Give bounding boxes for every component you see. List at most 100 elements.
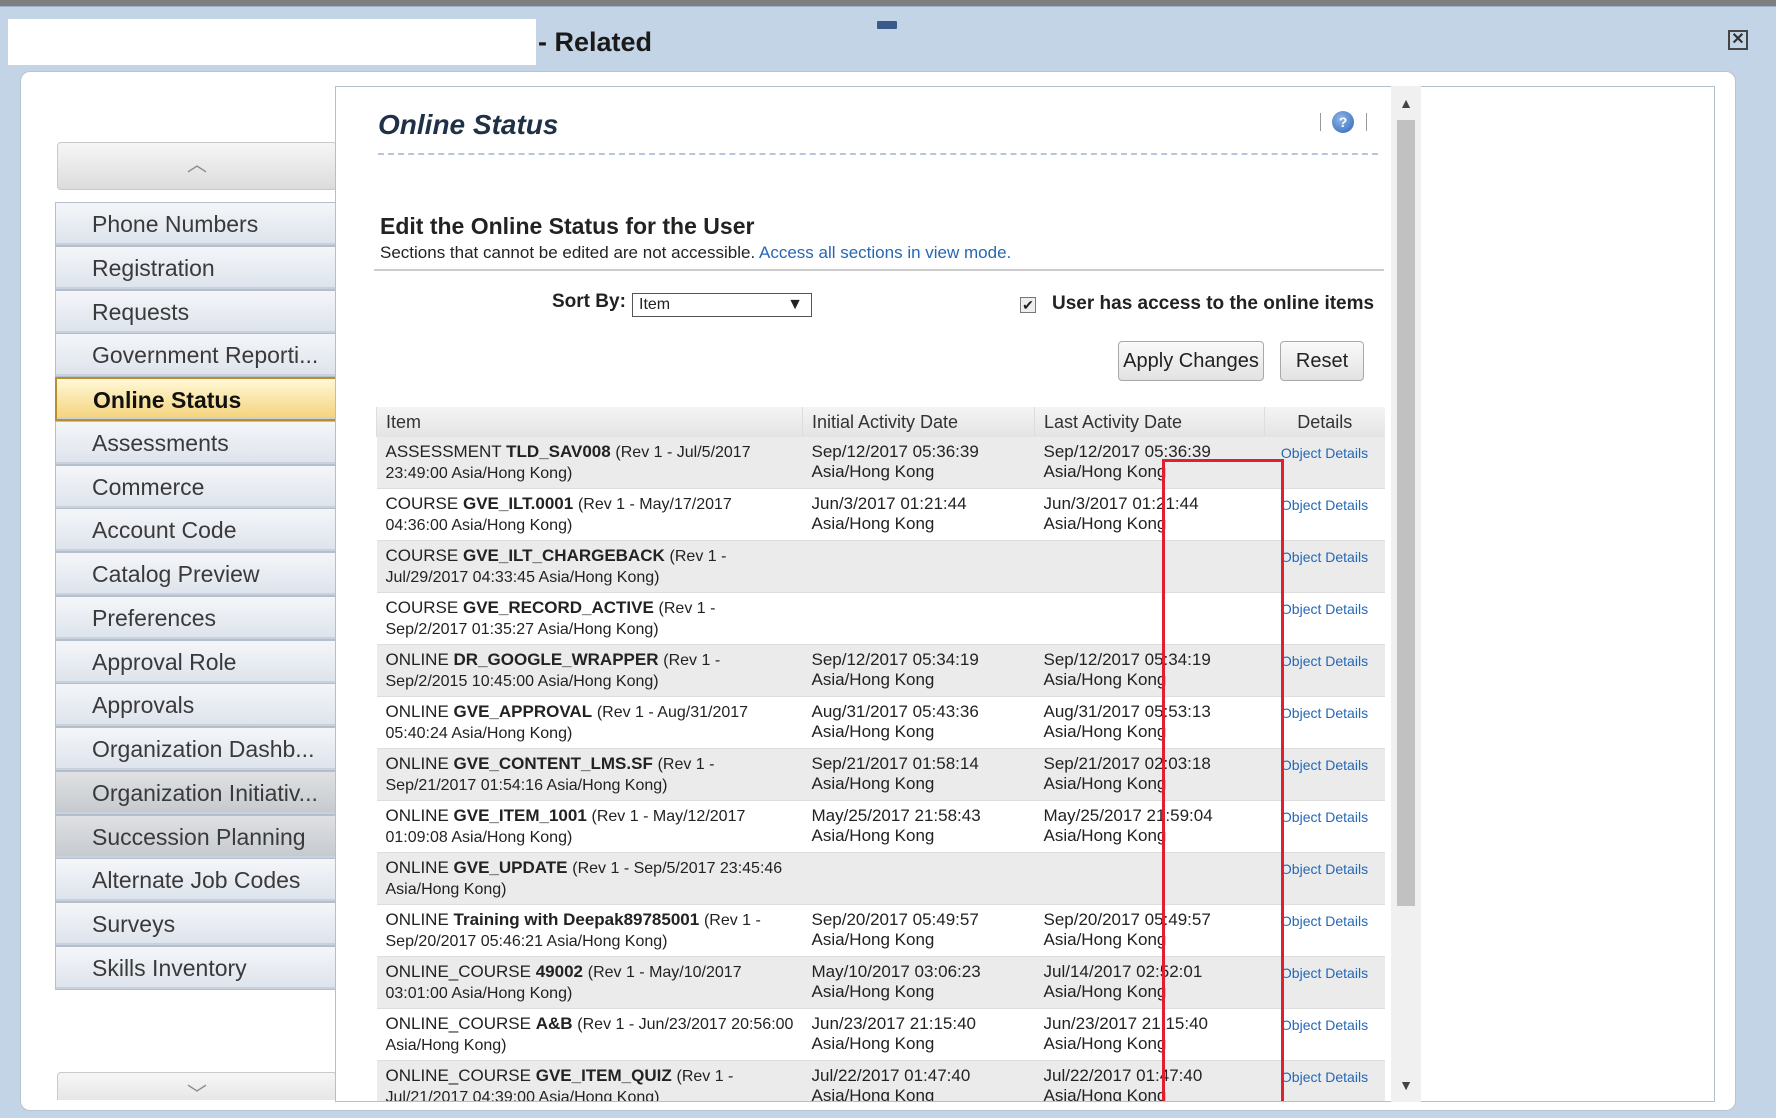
object-details-link[interactable]: Object Details [1281, 497, 1368, 513]
initial-activity-date: Aug/31/2017 05:43:36 Asia/Hong Kong [802, 696, 1035, 749]
vertical-scrollbar[interactable]: ▲ ▼ [1391, 86, 1421, 1102]
table-row: ASSESSMENT TLD_SAV008 (Rev 1 - Jul/5/201… [376, 437, 1385, 489]
initial-activity-date [802, 592, 1035, 645]
page-title: Online Status [378, 109, 559, 140]
item-code: GVE_RECORD_ACTIVE [462, 598, 654, 617]
item-cell: COURSE GVE_RECORD_ACTIVE (Rev 1 - Sep/2/… [376, 592, 803, 645]
object-details-link[interactable]: Object Details [1281, 809, 1368, 825]
sidebar-item[interactable]: Organization Dashb... [55, 727, 339, 771]
sidebar-item[interactable]: Approvals [55, 683, 339, 728]
scroll-down-arrow-icon[interactable]: ▼ [1397, 1078, 1415, 1092]
table-row: ONLINE GVE_APPROVAL (Rev 1 - Aug/31/2017… [376, 696, 1385, 749]
initial-activity-date [802, 540, 1035, 593]
item-type: ONLINE [385, 754, 449, 773]
details-cell: Object Details [1264, 437, 1385, 489]
object-details-link[interactable]: Object Details [1281, 965, 1368, 981]
drag-handle[interactable] [877, 21, 897, 29]
sidebar-item[interactable]: Phone Numbers [55, 202, 339, 246]
apply-changes-button[interactable]: Apply Changes [1118, 341, 1264, 381]
table-row: ONLINE_COURSE 49002 (Rev 1 - May/10/2017… [376, 956, 1385, 1009]
object-details-link[interactable]: Object Details [1281, 757, 1368, 773]
sidebar-item[interactable]: Commerce [55, 464, 339, 509]
sidebar-item[interactable]: Registration [55, 245, 339, 290]
sort-by-select[interactable]: Item ▼ [632, 293, 812, 317]
column-header-last-activity[interactable]: Last Activity Date [1034, 407, 1265, 437]
sidebar-item[interactable]: Requests [55, 289, 339, 334]
item-type: COURSE [385, 546, 459, 565]
initial-activity-date: Jul/22/2017 01:47:40 Asia/Hong Kong [802, 1060, 1035, 1101]
sidebar-item[interactable]: Preferences [55, 595, 339, 640]
initial-activity-date: May/25/2017 21:58:43 Asia/Hong Kong [802, 800, 1035, 853]
object-details-link[interactable]: Object Details [1281, 1017, 1368, 1033]
last-activity-date: Aug/31/2017 05:53:13 Asia/Hong Kong [1034, 696, 1265, 749]
sidebar-item[interactable]: Catalog Preview [55, 552, 339, 596]
last-activity-date: Sep/20/2017 05:49:57 Asia/Hong Kong [1034, 904, 1265, 957]
sidebar-item[interactable]: Account Code [55, 508, 339, 553]
sidebar-item[interactable]: Assessments [55, 420, 339, 465]
item-cell: ONLINE GVE_UPDATE (Rev 1 - Sep/5/2017 23… [376, 852, 803, 905]
details-cell: Object Details [1264, 1060, 1385, 1101]
object-details-link[interactable]: Object Details [1281, 913, 1368, 929]
item-cell: ONLINE GVE_APPROVAL (Rev 1 - Aug/31/2017… [376, 696, 803, 749]
table-row: ONLINE DR_GOOGLE_WRAPPER (Rev 1 - Sep/2/… [376, 644, 1385, 697]
object-details-link[interactable]: Object Details [1281, 653, 1368, 669]
table-row: COURSE GVE_ILT.0001 (Rev 1 - May/17/2017… [376, 488, 1385, 541]
details-cell: Object Details [1264, 852, 1385, 905]
details-cell: Object Details [1264, 748, 1385, 801]
object-details-link[interactable]: Object Details [1281, 1069, 1368, 1085]
sidebar-item[interactable]: Alternate Job Codes [55, 858, 339, 903]
details-cell: Object Details [1264, 956, 1385, 1009]
section-description-text: Sections that cannot be edited are not a… [380, 243, 756, 262]
sidebar-scroll-down-button[interactable]: ﹀ [57, 1072, 337, 1100]
online-access-checkbox[interactable]: ✔ [1020, 297, 1036, 313]
main-content: Online Status ? Edit the Online Status f… [335, 86, 1715, 1102]
close-button[interactable]: ✕ [1728, 30, 1748, 50]
sidebar-item[interactable]: Approval Role [55, 639, 339, 684]
object-details-link[interactable]: Object Details [1281, 549, 1368, 565]
table-row: ONLINE_COURSE GVE_ITEM_QUIZ (Rev 1 - Jul… [376, 1060, 1385, 1101]
object-details-link[interactable]: Object Details [1281, 705, 1368, 721]
column-header-initial-activity[interactable]: Initial Activity Date [802, 407, 1035, 437]
item-type: ONLINE [385, 806, 449, 825]
item-cell: ONLINE Training with Deepak89785001 (Rev… [376, 904, 803, 957]
title-redacted-area [8, 19, 536, 65]
object-details-link[interactable]: Object Details [1281, 445, 1368, 461]
initial-activity-date: Jun/3/2017 01:21:44 Asia/Hong Kong [802, 488, 1035, 541]
item-cell: ONLINE_COURSE A&B (Rev 1 - Jun/23/2017 2… [376, 1008, 803, 1061]
last-activity-date: Sep/12/2017 05:36:39 Asia/Hong Kong [1034, 437, 1265, 489]
reset-button[interactable]: Reset [1280, 341, 1364, 381]
sidebar-item[interactable]: Government Reporti... [55, 333, 339, 378]
scrollbar-thumb[interactable] [1397, 120, 1415, 906]
table-row: COURSE GVE_RECORD_ACTIVE (Rev 1 - Sep/2/… [376, 592, 1385, 645]
item-type: ONLINE [385, 650, 449, 669]
item-cell: ONLINE GVE_CONTENT_LMS.SF (Rev 1 - Sep/2… [376, 748, 803, 801]
content-pane: ︿ Phone Numbers Registration Requests Gover… [20, 71, 1736, 1111]
details-cell: Object Details [1264, 540, 1385, 593]
details-cell: Object Details [1264, 592, 1385, 645]
view-mode-link[interactable]: Access all sections in view mode. [759, 243, 1011, 262]
last-activity-date: Jun/23/2017 21:15:40 Asia/Hong Kong [1034, 1008, 1265, 1061]
column-header-item[interactable]: Item [376, 407, 803, 437]
item-code: A&B [535, 1014, 573, 1033]
sidebar-scroll-up-button[interactable]: ︿ [57, 142, 337, 190]
last-activity-date [1034, 852, 1265, 905]
sidebar-item[interactable]: Succession Planning [55, 814, 339, 859]
sidebar-item[interactable]: Organization Initiativ... [55, 770, 339, 815]
initial-activity-date: Sep/20/2017 05:49:57 Asia/Hong Kong [802, 904, 1035, 957]
item-type: ONLINE_COURSE [385, 962, 531, 981]
help-icon[interactable]: ? [1332, 111, 1354, 133]
initial-activity-date: Sep/21/2017 01:58:14 Asia/Hong Kong [802, 748, 1035, 801]
scroll-up-arrow-icon[interactable]: ▲ [1397, 96, 1415, 110]
object-details-link[interactable]: Object Details [1281, 601, 1368, 617]
dropdown-arrow-icon: ▼ [787, 296, 803, 313]
item-code: 49002 [535, 962, 583, 981]
object-details-link[interactable]: Object Details [1281, 861, 1368, 877]
details-cell: Object Details [1264, 644, 1385, 697]
sidebar: ︿ Phone Numbers Registration Requests Gover… [37, 108, 339, 1100]
sidebar-item[interactable]: Surveys [55, 902, 339, 946]
sidebar-item[interactable]: Skills Inventory [55, 945, 339, 990]
item-code: DR_GOOGLE_WRAPPER [453, 650, 659, 669]
item-cell: ONLINE DR_GOOGLE_WRAPPER (Rev 1 - Sep/2/… [376, 644, 803, 697]
title-divider [378, 153, 1378, 155]
sidebar-item[interactable]: Online Status [55, 377, 339, 421]
